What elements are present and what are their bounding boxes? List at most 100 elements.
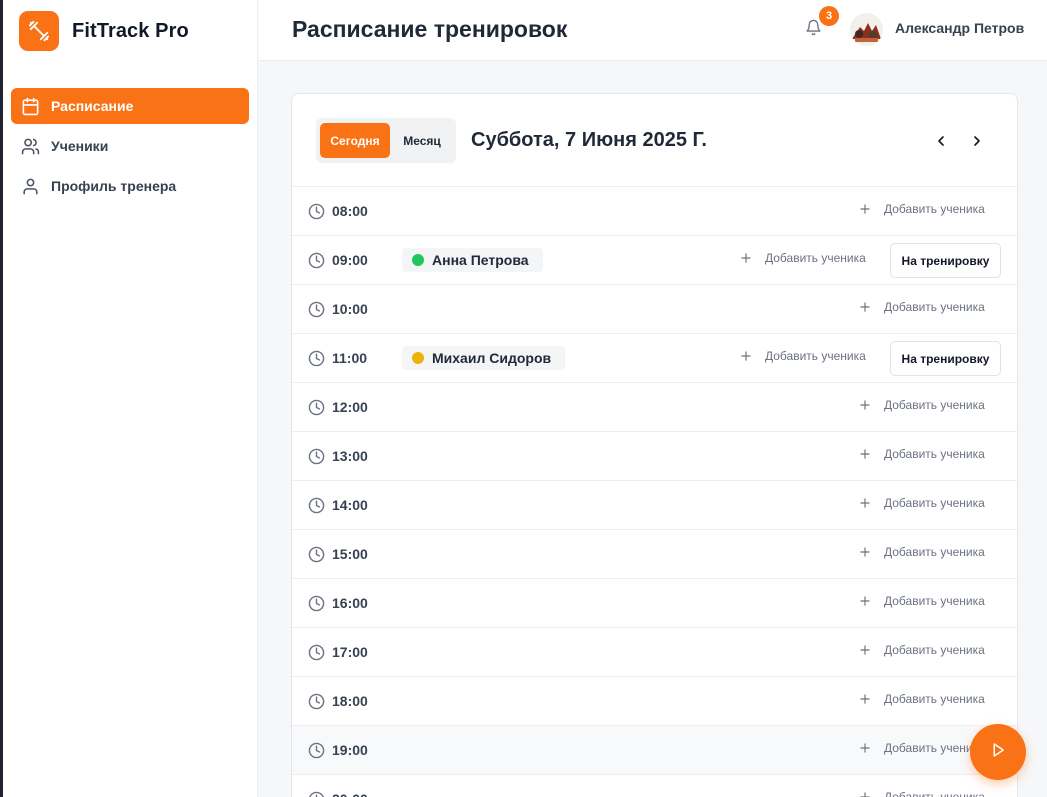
plus-icon <box>858 398 872 412</box>
slot-time: 10:00 <box>332 301 368 317</box>
add-student-label: Добавить ученика <box>884 545 985 559</box>
add-student-button[interactable]: Добавить ученика <box>858 545 985 559</box>
add-student-button[interactable]: Добавить ученика <box>858 790 985 797</box>
schedule-header: Сегодня Месяц Суббота, 7 Июня 2025 Г. <box>292 94 1017 187</box>
slot-time: 14:00 <box>332 497 368 513</box>
plus-icon <box>858 496 872 510</box>
plus-icon <box>739 251 753 265</box>
clock-icon <box>308 742 325 759</box>
time-slot-row: 14:00 Добавить ученика <box>292 481 1017 530</box>
student-name: Михаил Сидоров <box>432 350 552 366</box>
time-slot-row: 19:00 Добавить ученика <box>292 726 1017 775</box>
add-student-label: Добавить ученика <box>884 447 985 461</box>
clock-icon <box>308 546 325 563</box>
plus-icon <box>858 741 872 755</box>
time-slot-row: 08:00 Добавить ученика <box>292 187 1017 236</box>
user-icon <box>20 176 40 196</box>
sidebar-item-schedule[interactable]: Расписание <box>11 88 249 124</box>
plus-icon <box>858 545 872 559</box>
plus-icon <box>858 790 872 797</box>
time-slot-row: 10:00 Добавить ученика <box>292 285 1017 334</box>
add-student-button[interactable]: Добавить ученика <box>739 251 866 265</box>
add-student-button[interactable]: Добавить ученика <box>858 447 985 461</box>
add-student-button[interactable]: Добавить ученика <box>858 398 985 412</box>
slot-time: 08:00 <box>332 203 368 219</box>
plus-icon <box>739 349 753 363</box>
sidebar-item-label: Расписание <box>51 98 134 114</box>
time-slot-row: 13:00 Добавить ученика <box>292 432 1017 481</box>
plus-icon <box>858 300 872 314</box>
schedule-card: Сегодня Месяц Суббота, 7 Июня 2025 Г. 08… <box>291 93 1018 797</box>
clock-icon <box>308 350 325 367</box>
add-student-label: Добавить ученика <box>765 251 866 265</box>
sidebar-nav: Расписание Ученики Профиль тренера <box>3 88 257 204</box>
start-training-button[interactable] <box>970 724 1026 780</box>
calendar-icon <box>20 96 40 116</box>
start-session-button[interactable]: На тренировку <box>890 341 1001 376</box>
user-name[interactable]: Александр Петров <box>895 20 1024 36</box>
slot-time: 17:00 <box>332 644 368 660</box>
view-toggle: Сегодня Месяц <box>316 118 456 163</box>
add-student-button[interactable]: Добавить ученика <box>858 692 985 706</box>
add-student-button[interactable]: Добавить ученика <box>858 741 985 755</box>
add-student-label: Добавить ученика <box>884 643 985 657</box>
slot-time: 15:00 <box>332 546 368 562</box>
clock-icon <box>308 399 325 416</box>
notification-badge: 3 <box>819 6 839 26</box>
time-slot-row: 12:00 Добавить ученика <box>292 383 1017 432</box>
time-slot-row: 20:00 Добавить ученика <box>292 775 1017 797</box>
plus-icon <box>858 447 872 461</box>
sidebar-item-label: Профиль тренера <box>51 178 177 194</box>
add-student-button[interactable]: Добавить ученика <box>858 300 985 314</box>
sidebar: FitTrack Pro Расписание Ученики Профиль … <box>3 0 258 797</box>
time-slot-row: 16:00 Добавить ученика <box>292 579 1017 628</box>
chevron-right-icon[interactable] <box>966 130 988 152</box>
start-session-button[interactable]: На тренировку <box>890 243 1001 278</box>
clock-icon <box>308 448 325 465</box>
users-icon <box>20 136 40 156</box>
time-slot-row: 15:00 Добавить ученика <box>292 530 1017 579</box>
student-chip[interactable]: Анна Петрова <box>402 248 543 272</box>
slot-time: 18:00 <box>332 693 368 709</box>
clock-icon <box>308 693 325 710</box>
add-student-label: Добавить ученика <box>884 496 985 510</box>
time-slot-row: 09:00 Анна Петрова Добавить ученика На трен… <box>292 236 1017 285</box>
time-slot-row: 17:00 Добавить ученика <box>292 628 1017 677</box>
add-student-button[interactable]: Добавить ученика <box>858 202 985 216</box>
add-student-label: Добавить ученика <box>884 594 985 608</box>
chevron-left-icon[interactable] <box>930 130 952 152</box>
student-chip[interactable]: Михаил Сидоров <box>402 346 566 370</box>
play-icon <box>989 741 1007 764</box>
clock-icon <box>308 595 325 612</box>
add-student-label: Добавить ученика <box>884 790 985 797</box>
add-student-label: Добавить ученика <box>884 300 985 314</box>
add-student-button[interactable]: Добавить ученика <box>858 594 985 608</box>
add-student-label: Добавить ученика <box>884 202 985 216</box>
add-student-label: Добавить ученика <box>884 398 985 412</box>
add-student-button[interactable]: Добавить ученика <box>858 496 985 510</box>
clock-icon <box>308 301 325 318</box>
slot-time: 11:00 <box>332 350 368 366</box>
time-slot-row: 11:00 Михаил Сидоров Добавить ученика На тр… <box>292 334 1017 383</box>
add-student-label: Добавить ученика <box>765 349 866 363</box>
today-button[interactable]: Сегодня <box>320 123 390 158</box>
status-dot <box>412 352 424 364</box>
time-slot-list: 08:00 Добавить ученика 09:00 Анна Петрова До… <box>292 187 1017 797</box>
add-student-button[interactable]: Добавить ученика <box>858 643 985 657</box>
time-slot-row: 18:00 Добавить ученика <box>292 677 1017 726</box>
plus-icon <box>858 202 872 216</box>
slot-time: 16:00 <box>332 595 368 611</box>
sidebar-item-students[interactable]: Ученики <box>11 128 249 164</box>
month-button[interactable]: Месяц <box>392 123 452 158</box>
add-student-button[interactable]: Добавить ученика <box>739 349 866 363</box>
clock-icon <box>308 252 325 269</box>
avatar[interactable] <box>850 13 883 46</box>
page-title: Расписание тренировок <box>292 16 568 42</box>
current-date: Суббота, 7 Июня 2025 Г. <box>471 129 707 151</box>
plus-icon <box>858 594 872 608</box>
clock-icon <box>308 203 325 220</box>
slot-time: 19:00 <box>332 742 368 758</box>
sidebar-item-trainer-profile[interactable]: Профиль тренера <box>11 168 249 204</box>
add-student-label: Добавить ученика <box>884 692 985 706</box>
brand: FitTrack Pro <box>3 0 257 62</box>
